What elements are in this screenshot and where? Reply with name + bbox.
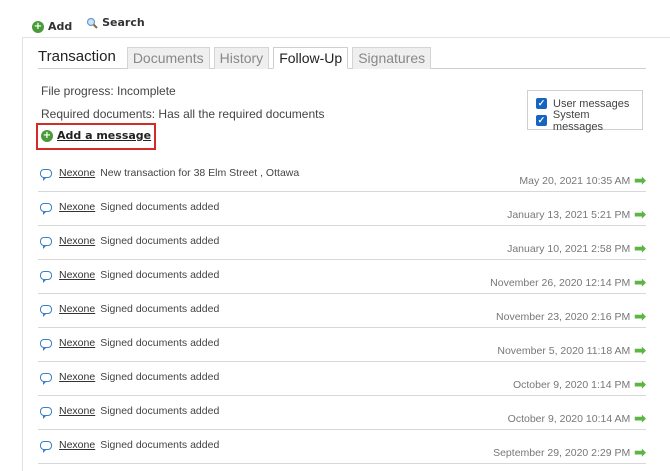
add-message-link[interactable]: + Add a message	[41, 129, 151, 142]
plus-circle-icon: +	[32, 20, 44, 33]
message-row: Nexone Signed documents added October 9, 2…	[38, 396, 646, 430]
arrow-right-icon[interactable]: ➡	[634, 274, 646, 291]
speech-bubble-icon	[40, 168, 52, 181]
arrow-right-icon[interactable]: ➡	[634, 376, 646, 393]
message-text: Signed documents added	[100, 371, 220, 383]
arrow-right-icon[interactable]: ➡	[634, 308, 646, 325]
search-icon	[87, 17, 98, 29]
message-meta: November 23, 2020 2:16 PM ➡	[496, 308, 646, 325]
message-meta: May 20, 2021 10:35 AM ➡	[519, 172, 646, 189]
speech-bubble-icon	[40, 406, 52, 419]
message-filter-box: ✓ User messages ✓ System messages	[527, 90, 643, 133]
message-content: Nexone Signed documents added	[40, 371, 220, 385]
message-date: January 13, 2021 5:21 PM	[507, 208, 631, 221]
message-list: Nexone New transaction for 38 Elm Street …	[38, 158, 646, 464]
message-row: Nexone Signed documents added November 26,…	[38, 260, 646, 294]
message-user-link[interactable]: Nexone	[59, 337, 95, 349]
message-meta: September 29, 2020 2:29 PM ➡	[493, 444, 646, 461]
message-meta: October 9, 2020 10:14 AM ➡	[508, 410, 646, 427]
search-label: Search	[102, 16, 145, 29]
message-content: Nexone Signed documents added	[40, 201, 220, 215]
message-date: October 9, 2020 10:14 AM	[507, 412, 631, 425]
message-content: Nexone Signed documents added	[40, 337, 220, 351]
file-progress-text: File progress: Incomplete	[41, 84, 176, 98]
message-date: October 9, 2020 1:14 PM	[512, 378, 631, 391]
message-meta: October 9, 2020 1:14 PM ➡	[513, 376, 646, 393]
system-messages-checkbox[interactable]: ✓ System messages	[536, 109, 642, 133]
message-user-link[interactable]: Nexone	[59, 371, 95, 383]
arrow-right-icon[interactable]: ➡	[634, 240, 646, 257]
message-text: Signed documents added	[100, 201, 220, 213]
tab-bar: Transaction Documents History Follow-Up …	[38, 45, 435, 69]
message-text: Signed documents added	[100, 269, 220, 281]
message-text: Signed documents added	[100, 235, 220, 247]
message-date: November 23, 2020 2:16 PM	[496, 310, 631, 323]
tab-transaction[interactable]: Transaction	[38, 47, 121, 69]
message-content: Nexone Signed documents added	[40, 439, 220, 453]
message-row: Nexone Signed documents added September 29…	[38, 430, 646, 464]
checkmark-icon: ✓	[536, 98, 547, 109]
message-text: Signed documents added	[100, 439, 220, 451]
message-row: Nexone Signed documents added November 23,…	[38, 294, 646, 328]
message-row: Nexone Signed documents added November 5, …	[38, 328, 646, 362]
speech-bubble-icon	[40, 304, 52, 317]
arrow-right-icon[interactable]: ➡	[634, 172, 646, 189]
arrow-right-icon[interactable]: ➡	[634, 444, 646, 461]
tab-documents[interactable]: Documents	[126, 47, 210, 69]
speech-bubble-icon	[40, 338, 52, 351]
message-text: Signed documents added	[100, 303, 220, 315]
message-content: Nexone Signed documents added	[40, 303, 220, 317]
message-content: Nexone Signed documents added	[40, 235, 220, 249]
add-label: Add	[48, 20, 73, 33]
message-date: January 10, 2021 2:58 PM	[507, 242, 631, 255]
message-date: September 29, 2020 2:29 PM	[493, 446, 631, 459]
message-user-link[interactable]: Nexone	[59, 439, 95, 451]
message-date: November 26, 2020 12:14 PM	[490, 276, 631, 289]
arrow-right-icon[interactable]: ➡	[634, 410, 646, 427]
message-user-link[interactable]: Nexone	[59, 201, 95, 213]
message-content: Nexone Signed documents added	[40, 269, 220, 283]
message-text: Signed documents added	[100, 405, 220, 417]
speech-bubble-icon	[40, 372, 52, 385]
system-messages-label: System messages	[552, 108, 604, 133]
tab-history[interactable]: History	[213, 47, 270, 69]
tab-signatures[interactable]: Signatures	[352, 47, 432, 69]
message-user-link[interactable]: Nexone	[59, 303, 95, 315]
message-user-link[interactable]: Nexone	[59, 235, 95, 247]
message-date: May 20, 2021 10:35 AM	[519, 174, 631, 187]
search-button[interactable]: Search	[86, 16, 145, 29]
message-row: Nexone Signed documents added January 10, …	[38, 226, 646, 260]
message-meta: January 10, 2021 2:58 PM ➡	[507, 240, 646, 257]
message-meta: November 5, 2020 11:18 AM ➡	[497, 342, 646, 359]
message-user-link[interactable]: Nexone	[59, 405, 95, 417]
plus-circle-icon: +	[41, 129, 53, 142]
checkmark-icon: ✓	[536, 115, 547, 126]
arrow-right-icon[interactable]: ➡	[634, 342, 646, 359]
message-meta: November 26, 2020 12:14 PM ➡	[490, 274, 646, 291]
message-date: November 5, 2020 11:18 AM	[497, 344, 631, 357]
message-text: New transaction for 38 Elm Street , Otta…	[100, 167, 300, 179]
message-content: Nexone New transaction for 38 Elm Street …	[40, 167, 300, 181]
toolbar: + Add Search	[0, 0, 670, 33]
message-user-link[interactable]: Nexone	[59, 167, 95, 179]
required-documents-text: Required documents: Has all the required…	[41, 107, 325, 121]
speech-bubble-icon	[40, 440, 52, 453]
message-row: Nexone Signed documents added January 13, …	[38, 192, 646, 226]
speech-bubble-icon	[40, 202, 52, 215]
speech-bubble-icon	[40, 270, 52, 283]
add-message-label: Add a message	[57, 129, 152, 142]
tab-follow-up[interactable]: Follow-Up	[273, 47, 349, 69]
message-user-link[interactable]: Nexone	[59, 269, 95, 281]
message-text: Signed documents added	[100, 337, 220, 349]
message-row: Nexone Signed documents added October 9, 2…	[38, 362, 646, 396]
message-row: Nexone New transaction for 38 Elm Street …	[38, 158, 646, 192]
arrow-right-icon[interactable]: ➡	[634, 206, 646, 223]
speech-bubble-icon	[40, 236, 52, 249]
message-meta: January 13, 2021 5:21 PM ➡	[507, 206, 646, 223]
add-button[interactable]: + Add	[32, 20, 72, 33]
message-content: Nexone Signed documents added	[40, 405, 220, 419]
